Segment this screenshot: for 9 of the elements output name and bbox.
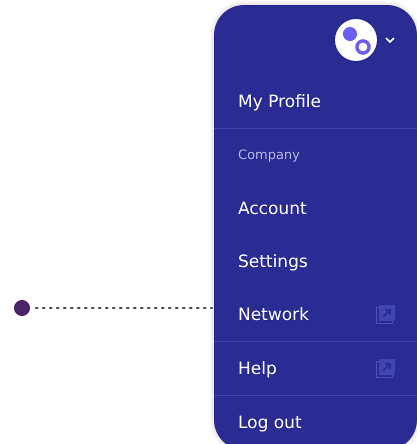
menu-item[interactable]: Log out	[238, 412, 302, 432]
chevron-down-icon[interactable]	[385, 36, 395, 44]
menu-item[interactable]: My Profile	[238, 92, 321, 112]
avatar-icon[interactable]	[335, 19, 377, 61]
menu-item[interactable]: Settings	[238, 252, 308, 272]
section-heading: Company	[238, 148, 300, 163]
menu-item[interactable]: Network	[238, 304, 309, 324]
menu-item[interactable]: Help	[238, 358, 277, 378]
menu-item[interactable]: Account	[238, 198, 307, 218]
